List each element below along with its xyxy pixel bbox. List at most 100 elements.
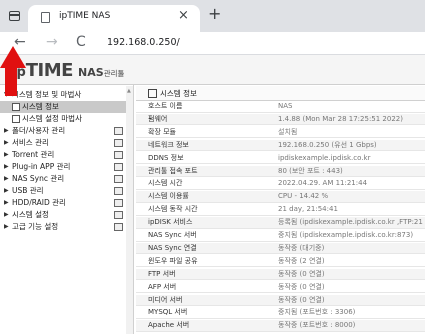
info-row: 시스템 동작 시간 21 day, 21:54:41 [136,204,425,216]
tab-search-icon[interactable] [9,11,20,21]
info-row: MYSQL 서버 중지됨 (포트번호 : 3306) [136,307,425,319]
tab-close-icon[interactable]: × [178,9,189,22]
sidebar-item-folder-user[interactable]: ▶ 폴더/사용자 관리 [0,125,133,137]
info-value: 2022.04.29. AM 11:21:44 [278,179,368,188]
info-row: 윈도우 파일 공유 동작중 (2 연결) [136,256,425,268]
info-key: NAS Sync 연결 [148,243,197,252]
address-bar[interactable]: 192.168.0.250/ [107,37,180,48]
info-key: 확장 모듈 [148,127,176,136]
info-value: 등록됨 (ipdiskexample.ipdisk.co.kr ,FTP:21 [278,218,423,227]
info-value: 중지됨 (ipdiskexample.ipdisk.co.kr:873) [278,231,414,239]
info-value: 동작중 (포트번호 : 8000) [278,321,356,330]
expand-arrow-icon: ▶ [4,187,9,194]
sidebar-item-hdd-raid[interactable]: ▶ HDD/RAID 관리 [0,197,133,209]
info-icon [12,103,20,111]
expand-arrow-icon: ▶ [4,139,9,146]
sidebar-item-label: NAS Sync 관리 [12,174,65,183]
expand-arrow-icon: ▶ [4,151,9,158]
info-key: AFP 서버 [148,282,177,291]
sidebar-item-nas-sync[interactable]: ▶ NAS Sync 관리 [0,173,133,185]
info-value: 192.168.0.250 (유선 1 Gbps) [278,140,377,149]
info-key: 미디어 서버 [148,295,183,304]
info-key: 호스트 이름 [148,102,183,110]
info-value: 동작중 (0 연결) [278,295,325,304]
sidebar-item-service[interactable]: ▶ 서비스 관리 [0,137,133,149]
sidebar-item-label: Plug-in APP 관리 [12,162,71,171]
reload-button[interactable]: C [76,33,86,51]
logo-time: TIME [25,60,74,81]
browser-toolbar [0,32,425,55]
info-value: NAS [278,102,293,110]
red-arrow-annotation [0,46,26,96]
info-key: 시스템 시간 [148,179,183,188]
info-key: DDNS 정보 [148,153,184,162]
page-title: 시스템 정보 [160,89,197,98]
info-value: 동작중 (0 연결) [278,269,325,278]
info-key: 윈도우 파일 공유 [148,256,198,265]
sidebar-item-advanced[interactable]: ▶ 고급 기능 설정 [0,221,133,233]
expand-arrow-icon: ▶ [4,211,9,218]
sidebar-item-label: HDD/RAID 관리 [12,198,66,207]
scroll-up-icon[interactable]: ▲ [127,88,131,94]
info-row: 확장 모듈 설치됨 [136,127,425,139]
info-key: 관리툴 접속 포트 [148,166,198,175]
iptime-logo: ipTIME NAS관리툴 [12,60,124,81]
new-tab-button[interactable]: + [208,5,221,23]
settings-icon [114,211,123,219]
info-row: NAS Sync 연결 동작중 (대기중) [136,242,425,255]
advanced-icon [114,223,123,231]
sidebar-item-system-info[interactable]: 시스템 정보 [0,101,133,113]
plugin-icon [114,163,123,171]
info-row: ipDISK 서비스 등록됨 (ipdiskexample.ipdisk.co.k… [136,217,425,229]
sidebar-menu: ▼시스템 정보 및 마법사 시스템 정보 시스템 설정 마법사 ▶폴더/사용자 … [0,85,134,334]
info-value: ipdiskexample.ipdisk.co.kr [278,153,371,162]
sidebar-item-label: 고급 기능 설정 [12,222,59,231]
info-value: 동작중 (대기중) [278,243,325,252]
sidebar-item-plugin-app[interactable]: ▶ Plug-in APP 관리 [0,161,133,173]
browser-tab[interactable] [28,5,200,32]
info-key: 시스템 이용률 [148,192,189,201]
info-value: 동작중 (2 연결) [278,256,325,265]
info-row: 시스템 이용률 CPU - 14.42 % [136,191,425,203]
page-icon [41,12,50,23]
sidebar-item-label: 시스템 설정 마법사 [22,114,82,123]
hdd-icon [114,199,123,207]
info-value: 설치됨 [278,127,298,136]
sidebar-item-label: 시스템 정보 [22,102,59,111]
info-key: 네트워크 정보 [148,140,189,149]
info-key: ipDISK 서비스 [148,218,193,227]
info-row: 펌웨어 1.4.88 (Mon Mar 28 17:25:51 2022) [136,113,425,126]
info-value: 중지됨 (포트번호 : 3306) [278,308,356,317]
torrent-icon [114,151,123,159]
folder-icon [114,127,123,135]
info-row: 관리툴 접속 포트 80 (보안 포트 : 443) [136,165,425,178]
info-row: 호스트 이름 NAS [136,101,425,113]
sidebar-item-label: Torrent 관리 [12,150,55,159]
info-row: 미디어 서버 동작중 (0 연결) [136,294,425,307]
info-row: DDNS 정보 ipdiskexample.ipdisk.co.kr [136,153,425,165]
info-key: 펌웨어 [148,114,168,123]
sidebar-item-torrent[interactable]: ▶ Torrent 관리 [0,149,133,161]
tab-title: ipTIME NAS [59,11,111,21]
info-value: 1.4.88 (Mon Mar 28 17:25:51 2022) [278,114,403,123]
sidebar-item-system-settings[interactable]: ▶ 시스템 설정 [0,209,133,221]
sidebar-item-setup-wizard[interactable]: 시스템 설정 마법사 [0,113,133,125]
info-row: NAS Sync 서버 중지됨 (ipdiskexample.ipdisk.co.… [136,230,425,242]
info-row: FTP 서버 동작중 (0 연결) [136,268,425,281]
info-key: NAS Sync 서버 [148,231,197,239]
wizard-icon [12,115,20,123]
sidebar-scrollbar[interactable] [126,86,133,334]
expand-arrow-icon: ▶ [4,163,9,170]
info-row: AFP 서버 동작중 (0 연결) [136,282,425,294]
sidebar-item-label: USB 관리 [12,186,44,195]
expand-arrow-icon: ▶ [4,223,9,230]
info-row: Apache 서버 동작중 (포트번호 : 8000) [136,320,425,332]
logo-nas: NAS [78,66,104,79]
expand-arrow-icon: ▶ [4,175,9,182]
info-key: FTP 서버 [148,269,176,278]
forward-button[interactable]: → [46,33,58,51]
info-key: 시스템 동작 시간 [148,205,198,214]
info-value: 동작중 (0 연결) [278,282,325,291]
sidebar-item-usb[interactable]: ▶ USB 관리 [0,185,133,197]
sidebar-item-label: 서비스 관리 [12,138,49,147]
